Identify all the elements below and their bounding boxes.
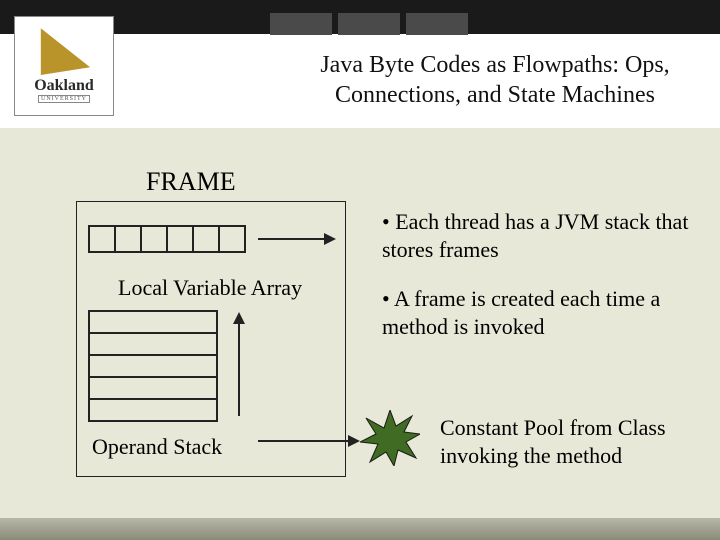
logo: Oakland UNIVERSITY <box>14 16 114 116</box>
local-variable-array <box>88 225 246 253</box>
footer-shadow <box>0 518 720 540</box>
sail-icon <box>35 23 93 75</box>
operand-stack <box>88 310 218 422</box>
frame-heading: FRAME <box>146 167 236 197</box>
slide-title: Java Byte Codes as Flowpaths: Ops, Conne… <box>280 50 710 110</box>
bullet-list: • Each thread has a JVM stack that store… <box>382 208 702 362</box>
logo-name: Oakland <box>34 77 94 95</box>
operand-stack-label: Operand Stack <box>92 434 222 460</box>
arrow-to-constant-pool-icon <box>258 440 358 442</box>
constant-pool-text: Constant Pool from Class invoking the me… <box>440 414 710 469</box>
arrow-lva-right-icon <box>258 238 334 240</box>
header-decor-blocks <box>270 13 468 35</box>
arrow-stack-up-icon <box>238 314 240 416</box>
bullet-1: • Each thread has a JVM stack that store… <box>382 208 702 263</box>
local-variable-array-label: Local Variable Array <box>118 275 302 301</box>
bullet-2: • A frame is created each time a method … <box>382 285 702 340</box>
starburst-icon <box>360 410 420 466</box>
logo-subtitle: UNIVERSITY <box>38 95 90 103</box>
